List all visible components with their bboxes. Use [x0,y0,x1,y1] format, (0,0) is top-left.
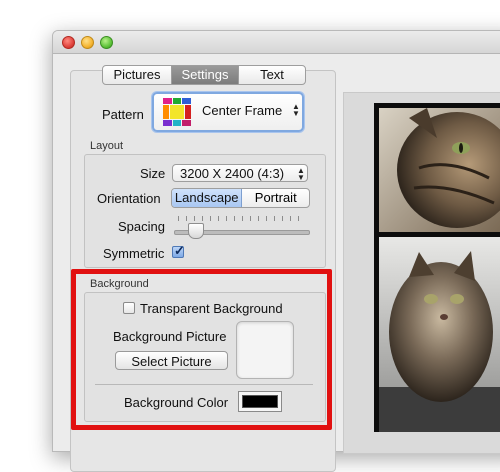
preview-photo-bottom [379,237,500,432]
pattern-popup[interactable]: Center Frame ▲ ▼ [152,92,304,132]
slider-tick [250,216,251,221]
slider-tick [186,216,187,221]
slider-tick [194,216,195,221]
slider-tick [234,216,235,221]
orientation-landscape-option[interactable]: Landscape [172,189,243,207]
annotation-highlight-box [71,269,332,430]
slider-tick [178,216,179,221]
preview-photo-top [379,108,500,232]
size-value: 3200 X 2400 (4:3) [180,166,285,181]
tab-bar: Pictures Settings Text [102,65,306,85]
title-bar [53,31,500,54]
slider-tick [282,216,283,221]
close-window-button[interactable] [62,36,75,49]
color-grid-icon [163,98,191,126]
tab-text[interactable]: Text [239,66,305,84]
tab-settings[interactable]: Settings [172,66,239,84]
layout-group-title: Layout [90,140,124,152]
slider-tick [266,216,267,221]
checkmark-icon: ✓ [174,243,185,258]
slider-tick [274,216,275,221]
orientation-segmented-control: Landscape Portrait [171,188,310,208]
collage-preview [374,103,500,432]
size-popup[interactable]: 3200 X 2400 (4:3) ▲ ▼ [172,164,308,182]
slider-tick [202,216,203,221]
symmetric-checkbox[interactable]: ✓ [172,243,185,258]
symmetric-label: Symmetric [103,246,165,261]
slider-tick [218,216,219,221]
spacing-label: Spacing [118,219,165,234]
slider-tick [298,216,299,221]
pattern-label: Pattern [102,107,144,122]
up-down-arrows-icon: ▲ ▼ [297,166,305,182]
orientation-portrait-option[interactable]: Portrait [242,189,309,207]
up-down-arrows-icon: ▲ ▼ [292,102,300,118]
slider-tick [258,216,259,221]
slider-tick [210,216,211,221]
orientation-label: Orientation [97,191,161,206]
pattern-value: Center Frame [202,103,283,118]
minimize-window-button[interactable] [81,36,94,49]
slider-knob[interactable] [188,223,205,239]
slider-tick [226,216,227,221]
tab-pictures[interactable]: Pictures [103,66,172,84]
slider-tick [242,216,243,221]
slider-tick [290,216,291,221]
zoom-window-button[interactable] [100,36,113,49]
size-label: Size [140,166,166,181]
